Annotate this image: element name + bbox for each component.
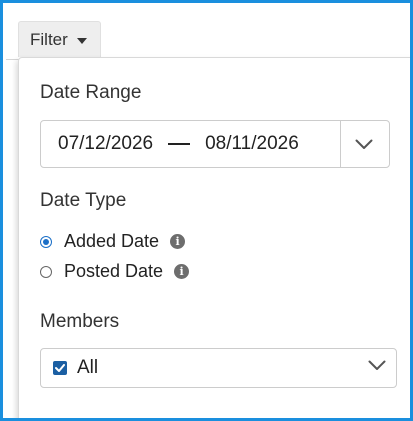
filter-button[interactable]: Filter (18, 21, 101, 57)
members-select[interactable]: All (40, 348, 397, 388)
chevron-down-icon (368, 360, 386, 370)
info-icon[interactable]: i (174, 264, 190, 279)
added-date-label: Added Date (64, 231, 160, 251)
date-range-picker[interactable]: 07/12/2026 08/11/2026 (40, 120, 390, 168)
filter-panel: Date Range 07/12/2026 08/11/2026 Date Ty… (18, 57, 410, 418)
posted-date-label: Posted Date (64, 261, 164, 281)
members-value: All (77, 357, 99, 378)
filter-button-label: Filter (30, 29, 68, 49)
members-label: Members (40, 311, 120, 332)
info-icon[interactable]: i (170, 234, 186, 249)
date-range-end[interactable]: 08/11/2026 (205, 133, 299, 155)
caret-down-icon (76, 37, 87, 44)
date-range-start[interactable]: 07/12/2026 (58, 133, 153, 155)
check-icon (55, 364, 65, 372)
date-type-option-added[interactable]: Added Date i (40, 231, 186, 252)
added-date-radio[interactable] (40, 235, 52, 248)
posted-date-radio[interactable] (40, 265, 52, 278)
date-type-label: Date Type (40, 190, 127, 211)
date-range-toggle[interactable] (339, 121, 389, 167)
screen-frame: Filter Date Range 07/12/2026 08/11/2026 … (0, 0, 413, 421)
date-range-label: Date Range (40, 82, 142, 103)
members-all-checkbox[interactable] (53, 361, 67, 375)
date-type-option-posted[interactable]: Posted Date i (40, 261, 190, 282)
date-range-separator (168, 143, 191, 145)
chevron-down-icon (355, 139, 373, 149)
